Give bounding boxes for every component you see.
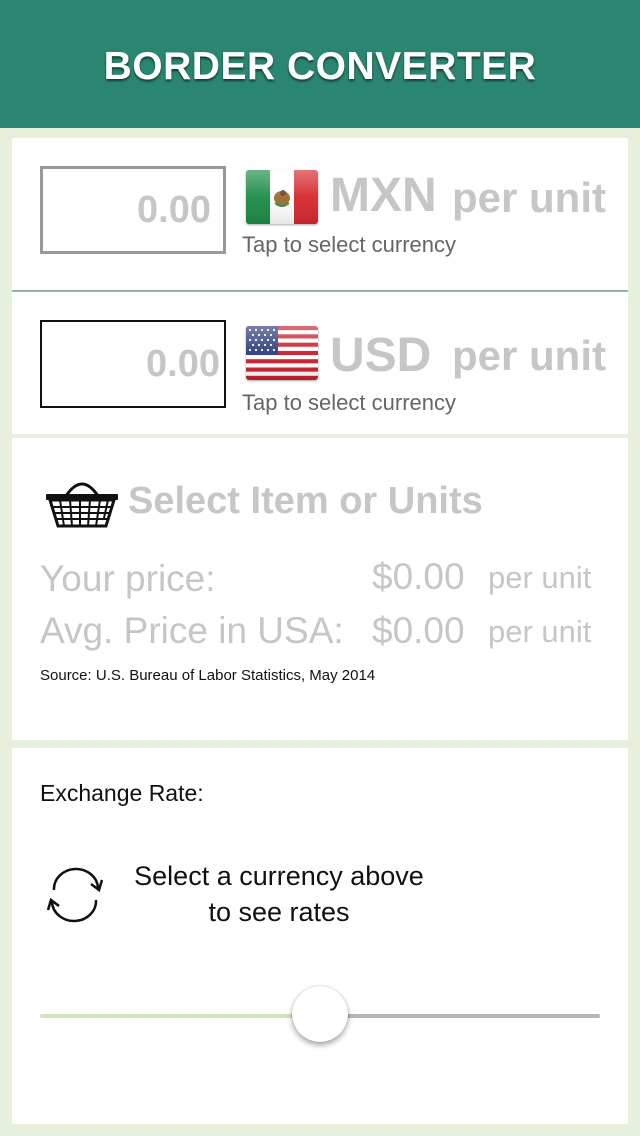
usa-price-label: Avg. Price in USA: bbox=[40, 610, 344, 651]
to-currency-card: 0.00 USD per unit Tap to select currency bbox=[12, 292, 628, 434]
usd-amount-value: 0.00 bbox=[146, 342, 220, 385]
exchange-rate-message-line1: Select a currency above bbox=[134, 861, 424, 891]
your-price-unit: per unit bbox=[488, 560, 592, 595]
mexico-flag-icon[interactable] bbox=[246, 170, 318, 224]
mxn-amount-value: 0.00 bbox=[137, 188, 211, 231]
usd-per-unit: per unit bbox=[452, 332, 606, 379]
usd-currency-code[interactable]: USD bbox=[330, 328, 431, 383]
exchange-rate-card: Exchange Rate: Select a currency above t… bbox=[12, 748, 628, 1124]
mxn-per-unit: per unit bbox=[452, 174, 606, 221]
slider-track[interactable] bbox=[322, 1014, 600, 1018]
refresh-icon[interactable] bbox=[44, 866, 106, 924]
mxn-amount-input[interactable]: 0.00 bbox=[40, 166, 226, 254]
slider-thumb[interactable] bbox=[292, 986, 348, 1042]
usa-price-unit: per unit bbox=[488, 614, 592, 649]
your-price-value: $0.00 bbox=[372, 556, 465, 597]
from-currency-card: 0.00 MXN per unit Tap to select currency bbox=[12, 138, 628, 290]
exchange-rate-message-line2: to see rates bbox=[208, 897, 350, 927]
usd-amount-input[interactable]: 0.00 bbox=[40, 320, 226, 408]
slider-track-filled[interactable] bbox=[40, 1014, 322, 1018]
usa-price-value: $0.00 bbox=[372, 610, 465, 651]
item-price-card: Select Item or Units Your price: $0.00 p… bbox=[12, 438, 628, 740]
exchange-rate-title: Exchange Rate: bbox=[40, 780, 204, 806]
usa-flag-icon[interactable] bbox=[246, 326, 318, 380]
app-title: BORDER CONVERTER bbox=[103, 45, 537, 88]
your-price-label: Your price: bbox=[40, 558, 216, 599]
basket-icon[interactable] bbox=[44, 476, 120, 528]
mxn-tap-hint[interactable]: Tap to select currency bbox=[242, 232, 456, 258]
mxn-currency-code[interactable]: MXN bbox=[330, 168, 437, 223]
usd-tap-hint[interactable]: Tap to select currency bbox=[242, 390, 456, 416]
exchange-rate-message: Select a currency above to see rates bbox=[116, 858, 442, 930]
app-header: BORDER CONVERTER bbox=[0, 0, 640, 128]
data-source-note: Source: U.S. Bureau of Labor Statistics,… bbox=[40, 667, 376, 684]
select-item-button[interactable]: Select Item or Units bbox=[128, 480, 483, 523]
